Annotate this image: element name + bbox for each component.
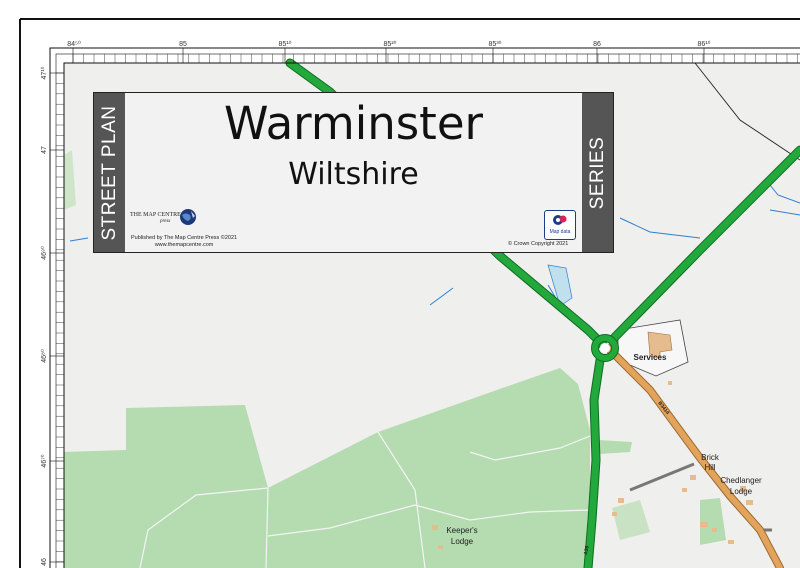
town-title: Warminster xyxy=(223,97,484,150)
grid-tick-left-2: 46⁹⁰ xyxy=(40,246,48,260)
label-hill: Hill xyxy=(704,463,715,472)
label-chedlanger: Chedlanger xyxy=(720,476,762,485)
grid-tick-top-3: 85²⁰ xyxy=(384,40,397,48)
grid-tick-left-1: 47 xyxy=(41,146,48,154)
map-sheet: Services Brick Hill Chedlanger Lodge Kee… xyxy=(0,0,800,568)
label-keepers-lodge: Lodge xyxy=(451,537,474,546)
grid-tick-left-3: 46⁸⁰ xyxy=(40,349,48,363)
os-map-data-logo: Map data xyxy=(544,210,576,240)
os-logo-text: Map data xyxy=(549,229,571,235)
series-band: SERIES xyxy=(582,93,613,252)
map-canvas: Services Brick Hill Chedlanger Lodge Kee… xyxy=(0,0,800,568)
grid-tick-top-4: 85³⁰ xyxy=(489,40,502,48)
publisher-logo-subtext: press xyxy=(160,219,171,224)
globe-icon xyxy=(180,209,196,225)
label-brick: Brick xyxy=(701,453,720,462)
label-keepers: Keeper's xyxy=(446,526,477,535)
grid-tick-left-5: 46 xyxy=(41,558,48,566)
copyright-note: © Crown Copyright 2021 xyxy=(508,241,569,247)
grid-tick-top-6: 86¹⁰ xyxy=(698,40,711,48)
county-subtitle: Wiltshire xyxy=(288,157,419,192)
label-chedlanger-lodge: Lodge xyxy=(730,487,753,496)
title-panel: STREET PLAN Warminster Wiltshire THE MAP… xyxy=(93,92,614,253)
series-label: SERIES xyxy=(586,136,608,209)
publisher-note: Published by The Map Centre Press ©2021 … xyxy=(131,235,237,249)
publisher-logo: THE MAP CENTRE press xyxy=(130,206,198,228)
grid-tick-left-4: 46⁷⁰ xyxy=(40,454,48,467)
os-logo-icon xyxy=(553,215,567,225)
publisher-website: www.themapcentre.com xyxy=(154,241,214,248)
publisher-logo-text: THE MAP CENTRE xyxy=(130,212,181,218)
grid-tick-top-5: 86 xyxy=(593,41,601,48)
grid-tick-top-0: 84⁵⁰ xyxy=(67,40,81,48)
label-services: Services xyxy=(634,353,667,362)
publisher-line: Published by The Map Centre Press ©2021 xyxy=(131,235,238,241)
grid-tick-left-0: 47¹⁰ xyxy=(40,66,48,79)
grid-tick-top-2: 85¹⁰ xyxy=(279,40,292,48)
grid-tick-top-1: 85 xyxy=(179,41,187,48)
